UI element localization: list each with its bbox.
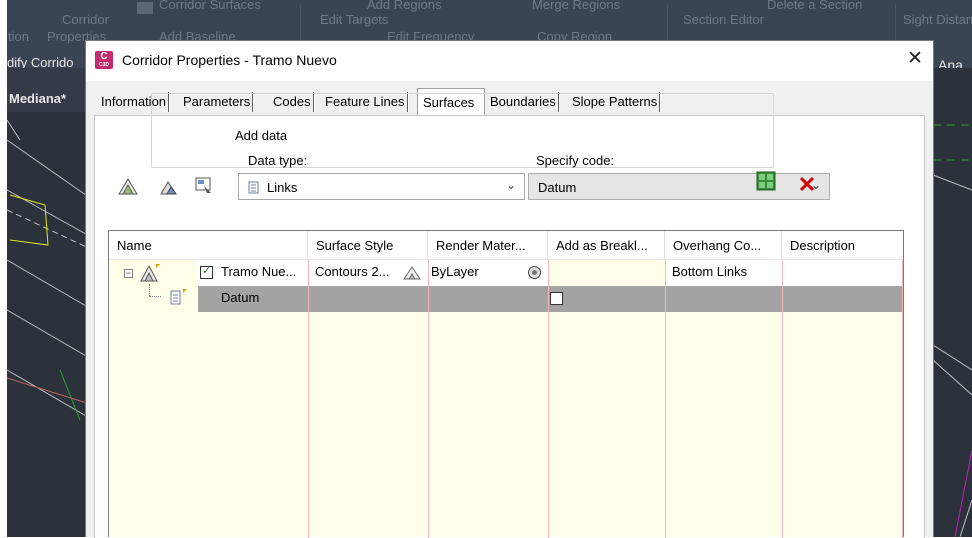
surface-include-checkbox[interactable] bbox=[200, 264, 213, 279]
column-header-name[interactable]: Name bbox=[109, 231, 308, 260]
delete-icon[interactable]: ✕ bbox=[797, 174, 817, 196]
links-icon bbox=[248, 181, 259, 194]
surface-name: Tramo Nue... bbox=[221, 264, 297, 279]
specify-code-value: Datum bbox=[538, 180, 577, 195]
add-as-breakline-checkbox[interactable] bbox=[550, 292, 563, 305]
column-header-add-as-breakline[interactable]: Add as Breakl... bbox=[548, 231, 665, 260]
surface-properties-icon[interactable] bbox=[193, 175, 215, 197]
column-divider bbox=[428, 260, 429, 538]
close-button[interactable]: ✕ bbox=[904, 49, 926, 71]
tree-connector bbox=[149, 284, 150, 296]
render-material-icon[interactable] bbox=[527, 265, 542, 280]
overhang-correction-value: Bottom Links bbox=[672, 264, 748, 279]
column-header-render-material[interactable]: Render Mater... bbox=[428, 231, 548, 260]
add-data-label: Add data bbox=[231, 128, 292, 143]
table-row[interactable]: Datum bbox=[109, 284, 903, 312]
surface-boundary-icon[interactable] bbox=[158, 176, 180, 198]
link-code-name: Datum bbox=[221, 290, 260, 305]
column-header-description[interactable]: Description bbox=[782, 231, 903, 260]
dialog-titlebar[interactable]: C C3D Corridor Properties - Tramo Nuevo ✕ bbox=[86, 41, 933, 81]
grid-header: Name Surface Style Render Mater... Add a… bbox=[109, 231, 903, 260]
column-divider bbox=[902, 260, 903, 538]
add-data-icon[interactable] bbox=[756, 171, 776, 191]
specify-code-label: Specify code: bbox=[536, 153, 615, 168]
column-header-overhang-correction[interactable]: Overhang Co... bbox=[665, 231, 782, 260]
surface-icon bbox=[140, 264, 160, 282]
column-header-surface-style[interactable]: Surface Style bbox=[308, 231, 428, 260]
table-row[interactable]: − Tramo Nue... Contours 2... ByLayer Bot… bbox=[109, 260, 903, 286]
column-divider bbox=[782, 260, 783, 538]
column-divider bbox=[548, 260, 549, 538]
chevron-down-icon: ⌄ bbox=[505, 178, 516, 192]
column-divider bbox=[665, 260, 666, 538]
column-divider bbox=[308, 260, 309, 538]
surface-style-value: Contours 2... bbox=[315, 264, 390, 279]
tree-connector bbox=[149, 296, 161, 297]
surfaces-grid: Name Surface Style Render Mater... Add a… bbox=[108, 230, 904, 538]
render-material-value: ByLayer bbox=[431, 264, 479, 279]
description-cell-bg bbox=[782, 260, 903, 286]
specify-code-dropdown[interactable]: Datum ⌄ bbox=[528, 173, 830, 200]
data-type-value: Links bbox=[267, 180, 298, 195]
data-type-label: Data type: bbox=[248, 153, 308, 168]
links-icon bbox=[170, 289, 187, 305]
dialog-title: Corridor Properties - Tramo Nuevo bbox=[122, 52, 337, 68]
civil3d-app-icon: C C3D bbox=[95, 51, 113, 69]
pick-style-icon[interactable] bbox=[403, 265, 421, 281]
surface-from-corridor-icon[interactable] bbox=[117, 176, 139, 198]
data-type-dropdown[interactable]: Links ⌄ bbox=[238, 173, 525, 200]
collapse-icon[interactable]: − bbox=[124, 269, 133, 278]
